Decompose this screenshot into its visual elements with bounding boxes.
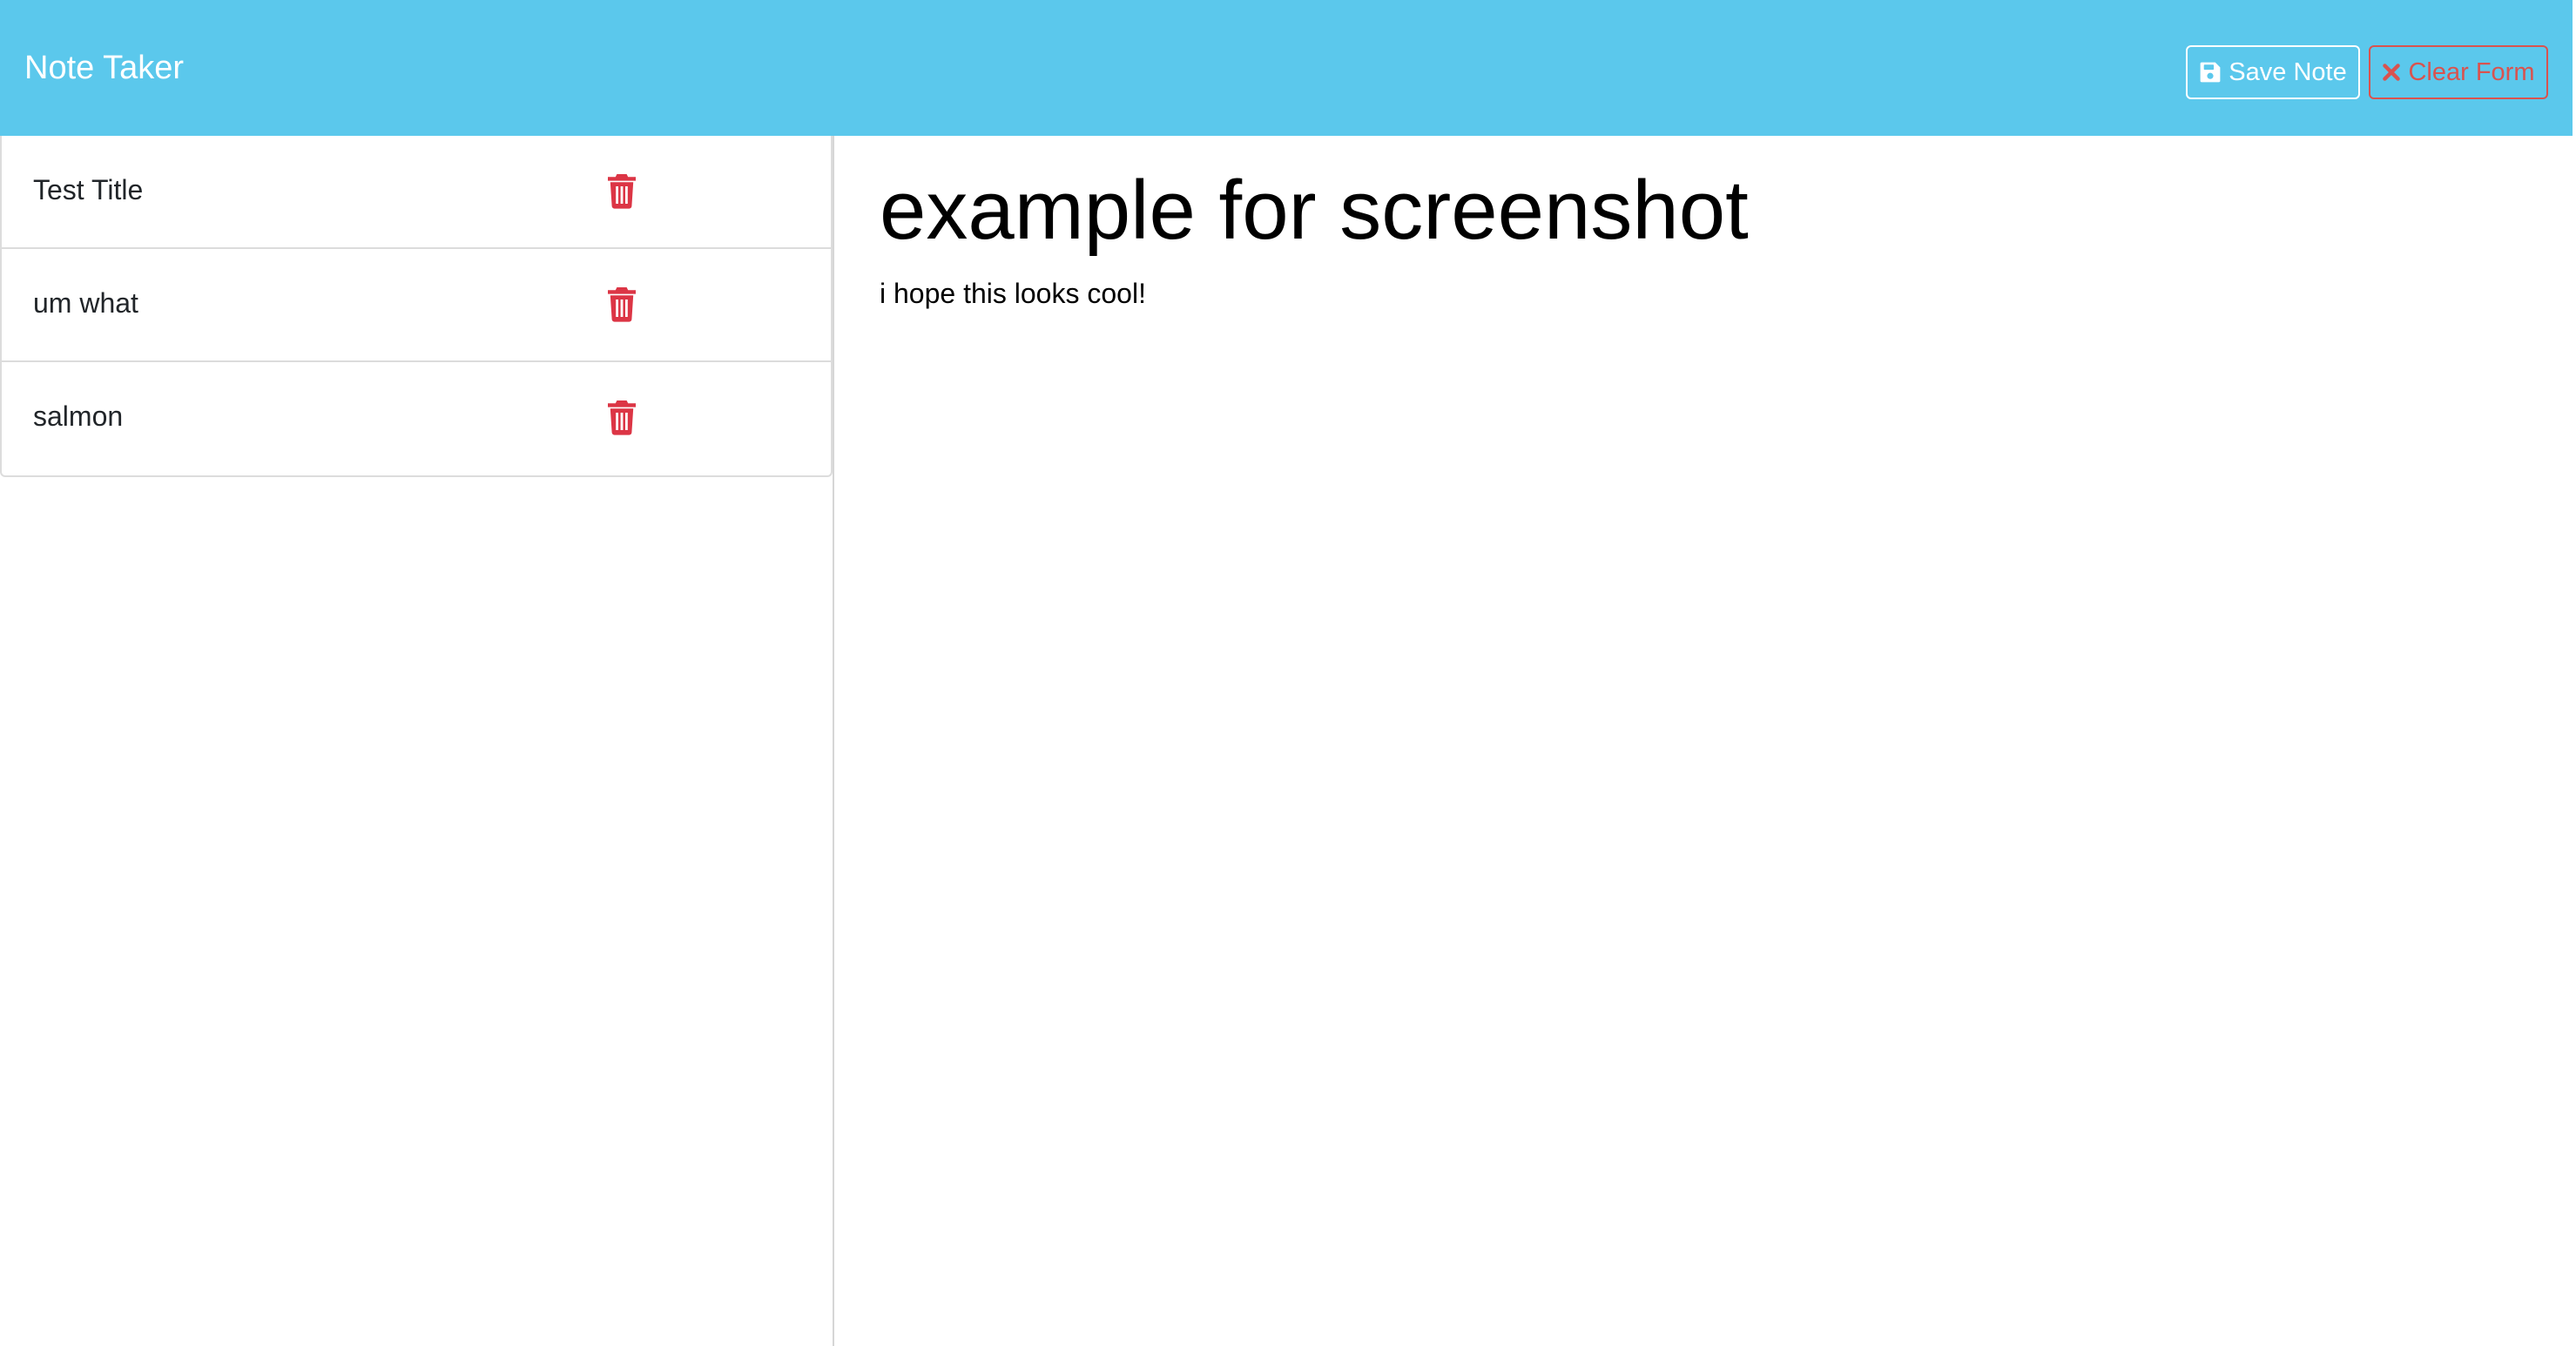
save-note-label: Save Note	[2229, 57, 2347, 86]
note-list-item[interactable]: um what	[2, 249, 831, 362]
brand-title[interactable]: Note Taker	[24, 47, 184, 89]
floppy-disk-icon	[2199, 61, 2222, 84]
note-text-area[interactable]: i hope this looks cool!	[880, 275, 2534, 312]
trash-icon[interactable]	[606, 172, 637, 209]
note-title-input[interactable]: example for screenshot	[880, 158, 2534, 263]
trash-icon[interactable]	[606, 399, 637, 435]
clear-form-label: Clear Form	[2408, 57, 2535, 86]
note-list-item[interactable]: salmon	[2, 362, 831, 475]
note-list-item-title: um what	[33, 287, 138, 319]
clear-form-button[interactable]: Clear Form	[2369, 45, 2548, 99]
close-icon	[2382, 63, 2401, 82]
note-list-item-title: salmon	[33, 400, 124, 432]
note-list-item-title: Test Title	[33, 174, 144, 205]
note-list-item[interactable]: Test Title	[2, 136, 831, 249]
app: Note Taker Save Note Clear Form • Test T…	[0, 0, 2576, 1346]
trash-icon[interactable]	[606, 286, 637, 322]
notes-sidebar: Test Title um what	[0, 136, 834, 1346]
note-editor: example for screenshot i hope this looks…	[836, 136, 2573, 1346]
notes-list: Test Title um what	[0, 136, 833, 477]
navbar: Note Taker Save Note Clear Form	[0, 0, 2573, 136]
save-note-button[interactable]: Save Note	[2186, 45, 2360, 99]
